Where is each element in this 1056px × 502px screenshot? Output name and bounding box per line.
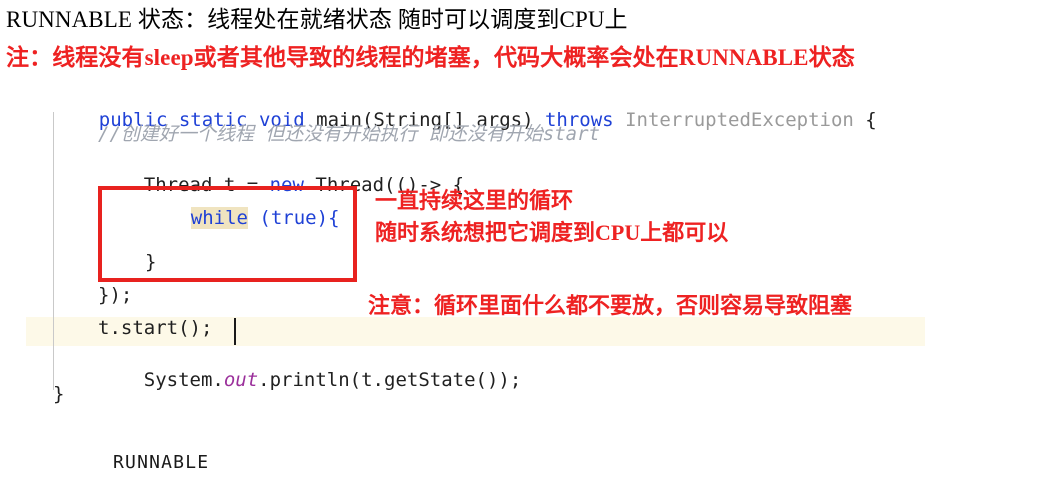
indent-guide-line [53,112,54,390]
type-interrupted-exception: InterruptedException [625,109,854,131]
keyword-while: while [190,207,248,229]
text-cursor [234,318,236,345]
keyword-true: true [270,207,317,229]
code-line-thread-start[interactable]: t.start(); [98,319,212,338]
annotation-warning: 注意：循环里面什么都不要放，否则容易导致阻塞 [368,293,853,318]
code-line-method-close[interactable]: } [53,385,64,404]
while-tail: ){ [316,207,340,229]
println-prefix: System. [143,369,224,391]
page-title-note: RUNNABLE 状态：线程处在就绪状态 随时可以调度到CPU上 [6,7,628,32]
code-line-lambda-end[interactable]: }); [98,286,132,305]
code-line-while-close[interactable]: } [145,253,156,272]
annotation-loop-line2: 随时系统想把它调度到CPU上都可以 [375,220,729,245]
code-line-while[interactable]: while (true){ [145,190,340,247]
warning-note: 注：线程没有sleep或者其他导致的线程的堵塞，代码大概率会处在RUNNABLE… [6,45,855,70]
paren-open: ( [247,207,271,229]
annotation-loop-line1: 一直持续这里的循环 [375,188,574,213]
open-brace: { [853,109,877,131]
code-editor-pane[interactable]: public static void main(String[] args) t… [0,86,1056,416]
field-system-out: out [223,369,259,391]
console-output-text: RUNNABLE [113,452,210,473]
code-line-comment[interactable]: //创建好一个线程 但还没有开始执行 即还没有开始start [98,125,600,144]
println-suffix: .println(t.getState()); [258,369,522,391]
code-line-println[interactable]: System.out.println(t.getState()); [98,352,522,409]
